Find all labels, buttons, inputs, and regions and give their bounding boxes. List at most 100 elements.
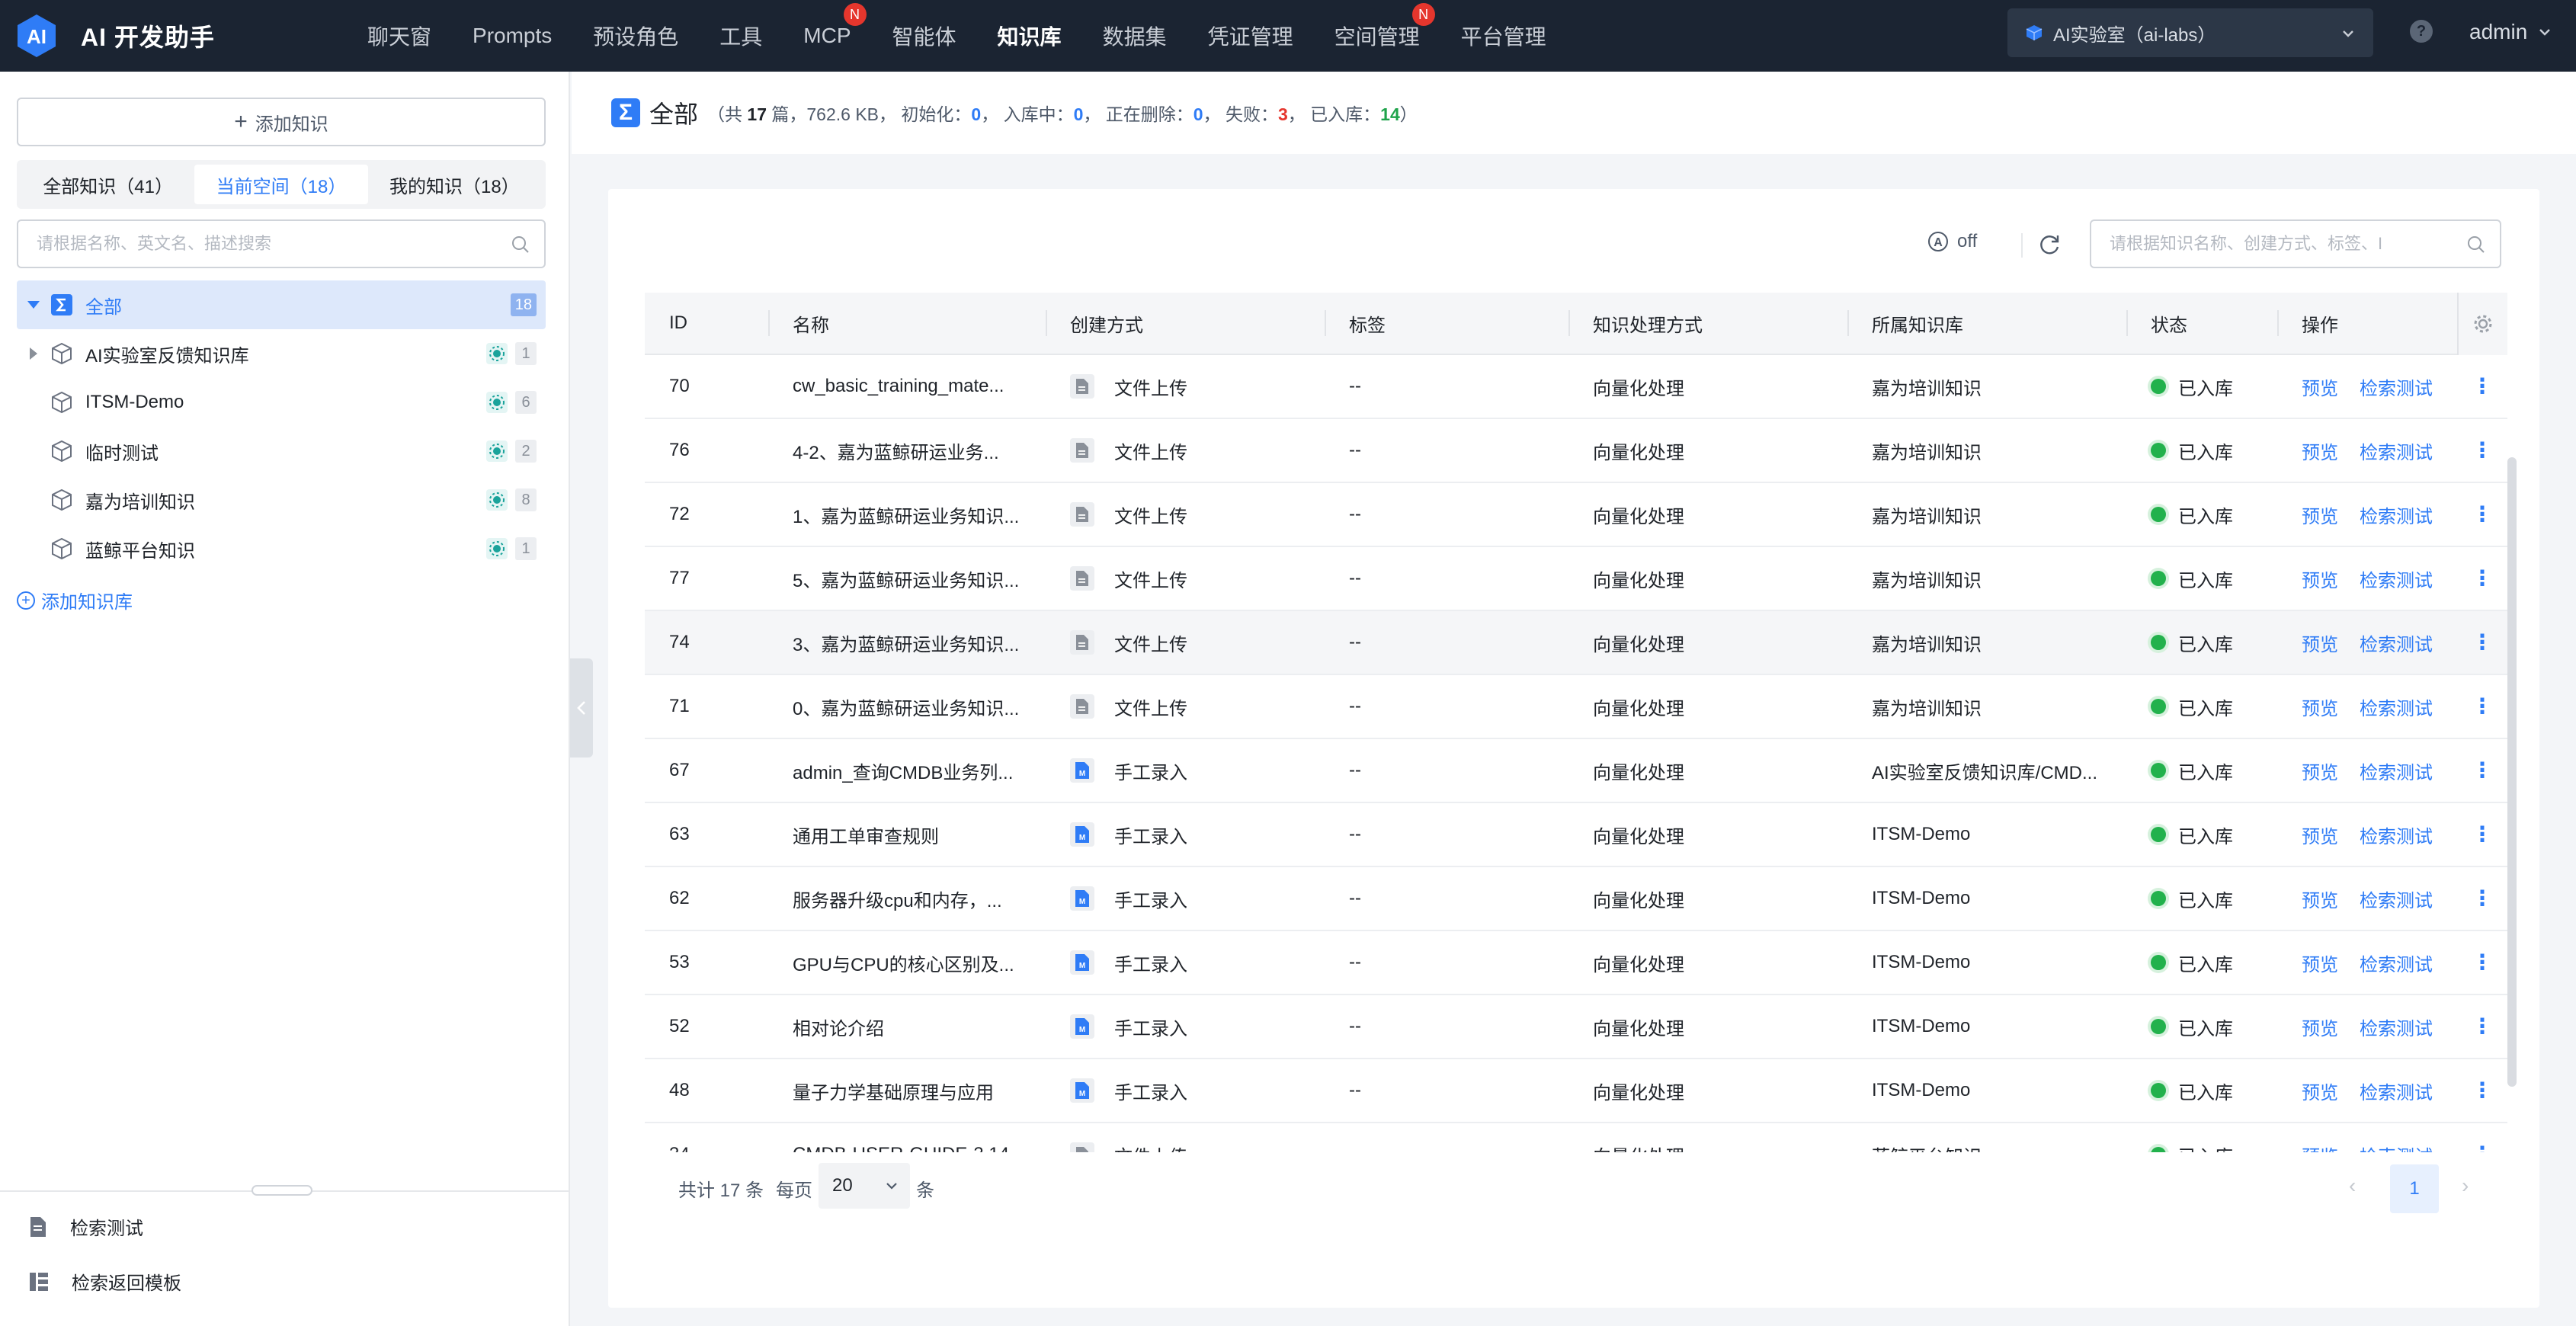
retrieval-test-link[interactable]: 检索测试 [2360,693,2433,720]
column-header[interactable]: 状态 [2126,293,2277,354]
retrieval-test-link[interactable]: 检索测试 [2360,1014,2433,1040]
retrieval-test-link[interactable]: 检索测试 [2360,757,2433,784]
nav-retrieval-test[interactable]: 检索测试 [29,1213,143,1240]
more-button[interactable]: ⋮ [2457,738,2507,802]
cell-name[interactable]: 量子力学基础原理与应用 [768,1059,1046,1123]
tree-item-jiawei-training[interactable]: 嘉为培训知识 8 [17,476,546,524]
tree-item-bluking-platform[interactable]: 蓝鲸平台知识 1 [17,524,546,573]
more-button[interactable]: ⋮ [2457,930,2507,994]
preview-link[interactable]: 预览 [2302,629,2338,656]
app-logo[interactable]: AI AI 开发助手 [15,13,351,59]
retrieval-test-link[interactable]: 检索测试 [2360,373,2433,400]
cell-name[interactable]: 3、嘉为蓝鲸研运业务知识... [768,610,1046,674]
column-header[interactable]: 名称 [768,293,1046,354]
retrieval-test-link[interactable]: 检索测试 [2360,501,2433,528]
nav-mcp[interactable]: MCP N [787,0,867,72]
cell-name[interactable]: 相对论介绍 [768,994,1046,1059]
preview-link[interactable]: 预览 [2302,950,2338,976]
cell-name[interactable]: admin_查询CMDB业务列... [768,738,1046,802]
column-settings-button[interactable] [2457,293,2507,355]
table-row[interactable]: 76 4-2、嘉为蓝鲸研运业务... 文件上传 -- 向量化处理 嘉为培训知识 已入库 预览检… [645,419,2507,483]
tree-item-temp-test[interactable]: 临时测试 2 [17,427,546,476]
preview-link[interactable]: 预览 [2302,373,2338,400]
nav-agents[interactable]: 智能体 [876,0,973,72]
nav-platform[interactable]: 平台管理 [1444,0,1563,72]
nav-prompts[interactable]: Prompts [456,0,569,72]
more-button[interactable]: ⋮ [2457,418,2507,482]
column-header[interactable]: 所属知识库 [1847,293,2126,354]
column-header[interactable]: ID [645,293,768,354]
nav-spaces[interactable]: 空间管理 N [1318,0,1437,72]
more-button[interactable]: ⋮ [2457,866,2507,930]
table-row[interactable]: 72 1、嘉为蓝鲸研运业务知识... 文件上传 -- 向量化处理 嘉为培训知识 已入库 预览检… [645,483,2507,547]
retrieval-test-link[interactable]: 检索测试 [2360,950,2433,976]
caret-right-icon[interactable] [24,346,43,361]
tree-item-ai-feedback[interactable]: AI实验室反馈知识库 1 [17,329,546,378]
nav-credentials[interactable]: 凭证管理 [1191,0,1310,72]
more-button[interactable]: ⋮ [2457,354,2507,418]
next-page-button[interactable]: › [2462,1174,2469,1198]
retrieval-test-link[interactable]: 检索测试 [2360,1078,2433,1104]
nav-chat[interactable]: 聊天窗 [351,0,448,72]
preview-link[interactable]: 预览 [2302,822,2338,848]
cell-name[interactable]: 1、嘉为蓝鲸研运业务知识... [768,482,1046,546]
more-button[interactable]: ⋮ [2457,802,2507,866]
prev-page-button[interactable]: ‹ [2349,1174,2356,1198]
more-button[interactable]: ⋮ [2457,1059,2507,1123]
cell-name[interactable]: 0、嘉为蓝鲸研运业务知识... [768,674,1046,738]
preview-link[interactable]: 预览 [2302,437,2338,464]
preview-link[interactable]: 预览 [2302,757,2338,784]
table-row[interactable]: 67 admin_查询CMDB业务列... M 手工录入 -- 向量化处理 AI实验室反馈知… [645,739,2507,803]
preview-link[interactable]: 预览 [2302,1014,2338,1040]
preview-link[interactable]: 预览 [2302,886,2338,912]
nav-datasets[interactable]: 数据集 [1086,0,1184,72]
resize-handle[interactable] [252,1185,312,1196]
add-kb-link[interactable]: + 添加知识库 [17,587,133,613]
caret-down-icon[interactable] [24,299,43,310]
nav-knowledge[interactable]: 知识库 [981,0,1078,72]
tree-item-itsm-demo[interactable]: ITSM-Demo 6 [17,378,546,427]
table-row[interactable]: 53 GPU与CPU的核心区别及... M 手工录入 -- 向量化处理 ITSM-Demo 已… [645,931,2507,995]
more-button[interactable]: ⋮ [2457,994,2507,1059]
more-button[interactable]: ⋮ [2457,674,2507,738]
preview-link[interactable]: 预览 [2302,693,2338,720]
space-selector[interactable]: AI实验室（ai-labs） [2007,8,2373,57]
refresh-icon[interactable] [2036,232,2062,258]
cell-name[interactable]: GPU与CPU的核心区别及... [768,930,1046,994]
cell-name[interactable]: 5、嘉为蓝鲸研运业务知识... [768,546,1046,610]
tab-all-knowledge[interactable]: 全部知识（41） [21,165,194,204]
table-scrollbar[interactable] [2507,457,2517,1087]
table-row[interactable]: 70 cw_basic_training_mate... 文件上传 -- 向量化处理 嘉为… [645,355,2507,419]
table-row[interactable]: 63 通用工单审查规则 M 手工录入 -- 向量化处理 ITSM-Demo 已入库 预览 检索测试… [645,803,2507,867]
column-header[interactable]: 标签 [1325,293,1568,354]
tree-item-all[interactable]: 全部 18 [17,280,546,329]
more-button[interactable]: ⋮ [2457,610,2507,674]
cell-name[interactable]: CMDB-USER-GUIDE-3.14 [768,1123,1046,1152]
tab-current-space[interactable]: 当前空间（18） [194,165,368,204]
tab-my-knowledge[interactable]: 我的知识（18） [368,165,541,204]
table-row[interactable]: 48 量子力学基础原理与应用 M 手工录入 -- 向量化处理 ITSM-Demo 已入库 预览检… [645,1059,2507,1123]
page-size-select[interactable]: 20 [819,1163,910,1209]
retrieval-test-link[interactable]: 检索测试 [2360,629,2433,656]
preview-link[interactable]: 预览 [2302,1078,2338,1104]
preview-link[interactable]: 预览 [2302,1142,2338,1153]
table-row[interactable]: 74 3、嘉为蓝鲸研运业务知识... 文件上传 -- 向量化处理 嘉为培训知识 已入库 预览检… [645,611,2507,675]
table-row[interactable]: 52 相对论介绍 M 手工录入 -- 向量化处理 ITSM-Demo 已入库 预览 检索测试 ⋮ [645,995,2507,1059]
nav-roles[interactable]: 预设角色 [576,0,695,72]
more-button[interactable]: ⋮ [2457,546,2507,610]
retrieval-test-link[interactable]: 检索测试 [2360,1142,2433,1153]
table-row[interactable]: 77 5、嘉为蓝鲸研运业务知识... 文件上传 -- 向量化处理 嘉为培训知识 已入库 预览检… [645,547,2507,611]
kb-search-input[interactable] [37,234,494,254]
column-header[interactable]: 知识处理方式 [1568,293,1847,354]
user-menu[interactable]: admin [2469,0,2553,64]
collapse-sidebar-button[interactable] [570,658,593,757]
nav-tools[interactable]: 工具 [703,0,779,72]
cell-name[interactable]: 4-2、嘉为蓝鲸研运业务... [768,418,1046,482]
nav-retrieval-template[interactable]: 检索返回模板 [29,1268,181,1295]
more-button[interactable]: ⋮ [2457,482,2507,546]
table-row[interactable]: 34 CMDB-USER-GUIDE-3.14 文件上传 -- 向量化处理 蓝鲸平台知识 已… [645,1123,2507,1152]
column-header[interactable]: 创建方式 [1046,293,1325,354]
table-row[interactable]: 71 0、嘉为蓝鲸研运业务知识... 文件上传 -- 向量化处理 嘉为培训知识 已入库 预览检… [645,675,2507,739]
table-search-input[interactable] [2110,234,2445,254]
preview-link[interactable]: 预览 [2302,565,2338,592]
